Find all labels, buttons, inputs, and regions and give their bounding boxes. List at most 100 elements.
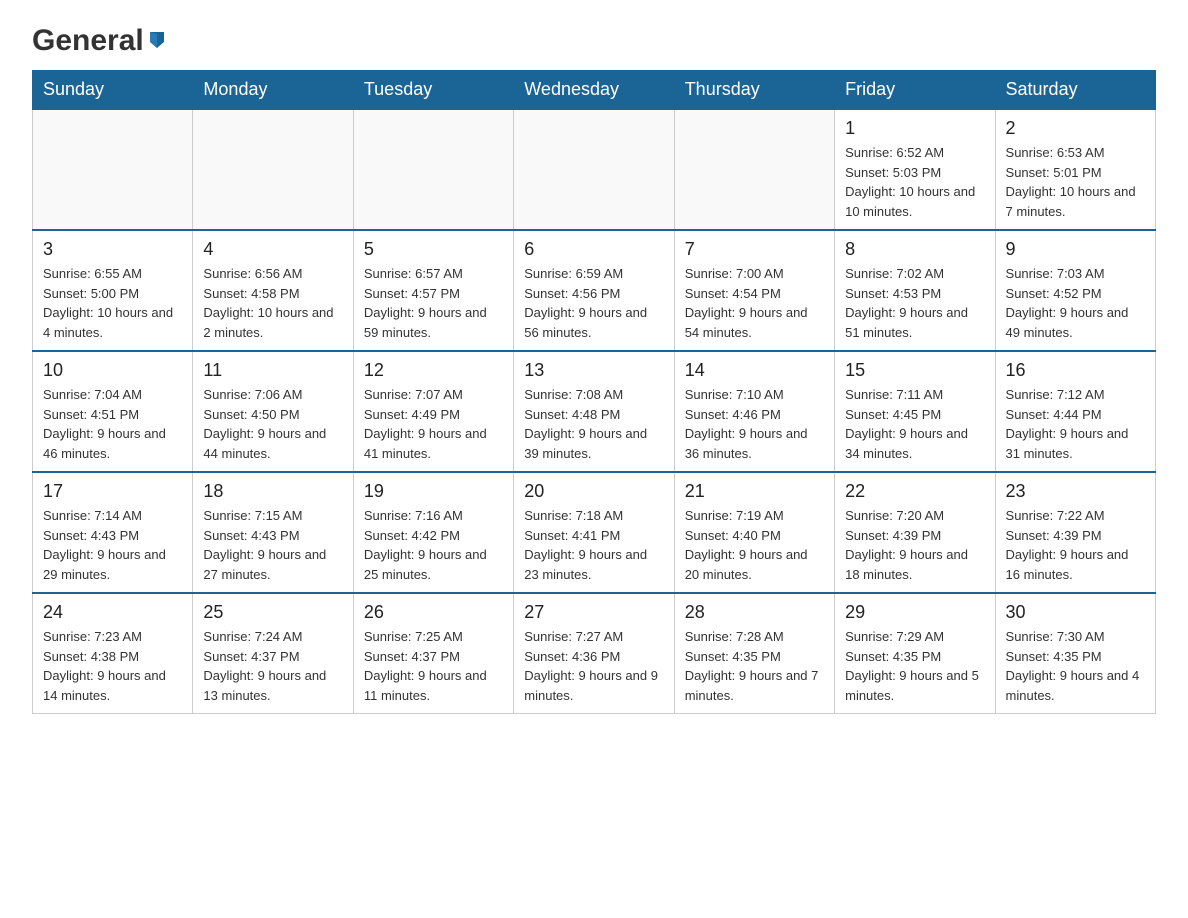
day-number: 8: [845, 239, 984, 260]
day-info: Sunrise: 7:24 AM Sunset: 4:37 PM Dayligh…: [203, 627, 342, 705]
logo: G eneral: [32, 24, 168, 58]
day-info: Sunrise: 7:10 AM Sunset: 4:46 PM Dayligh…: [685, 385, 824, 463]
calendar-cell: 3Sunrise: 6:55 AM Sunset: 5:00 PM Daylig…: [33, 230, 193, 351]
calendar-cell: 6 Sunrise: 6:59 AM Sunset: 4:56 PM Daylig…: [514, 230, 674, 351]
day-info: Sunrise: 6:56 AM Sunset: 4:58 PM Dayligh…: [203, 264, 342, 342]
calendar-cell: 9 Sunrise: 7:03 AM Sunset: 4:52 PM Daylig…: [995, 230, 1155, 351]
day-info: Sunrise: 7:20 AM Sunset: 4:39 PM Dayligh…: [845, 506, 984, 584]
day-info: Sunrise: 6:59 AM Sunset: 4:56 PM Dayligh…: [524, 264, 663, 342]
day-number: 17: [43, 481, 182, 502]
calendar-cell: [33, 109, 193, 230]
calendar-cell: [193, 109, 353, 230]
calendar-cell: 25 Sunrise: 7:24 AM Sunset: 4:37 PM Dayli…: [193, 593, 353, 714]
calendar-cell: 28 Sunrise: 7:28 AM Sunset: 4:35 PM Dayli…: [674, 593, 834, 714]
calendar-header-thursday: Thursday: [674, 71, 834, 110]
calendar-cell: 24 Sunrise: 7:23 AM Sunset: 4:38 PM Dayli…: [33, 593, 193, 714]
day-info: Sunrise: 7:25 AM Sunset: 4:37 PM Dayligh…: [364, 627, 503, 705]
calendar-cell: 10 Sunrise: 7:04 AM Sunset: 4:51 PM Dayli…: [33, 351, 193, 472]
calendar-week-row-4: 17 Sunrise: 7:14 AM Sunset: 4:43 PM Dayli…: [33, 472, 1156, 593]
day-number: 16: [1006, 360, 1145, 381]
calendar-cell: 2 Sunrise: 6:53 AM Sunset: 5:01 PM Daylig…: [995, 109, 1155, 230]
day-info: Sunrise: 7:12 AM Sunset: 4:44 PM Dayligh…: [1006, 385, 1145, 463]
day-number: 10: [43, 360, 182, 381]
calendar-week-row-2: 3Sunrise: 6:55 AM Sunset: 5:00 PM Daylig…: [33, 230, 1156, 351]
calendar-cell: 15 Sunrise: 7:11 AM Sunset: 4:45 PM Dayli…: [835, 351, 995, 472]
day-info: Sunrise: 6:52 AM Sunset: 5:03 PM Dayligh…: [845, 143, 984, 221]
day-number: 22: [845, 481, 984, 502]
day-number: 27: [524, 602, 663, 623]
day-info: Sunrise: 7:15 AM Sunset: 4:43 PM Dayligh…: [203, 506, 342, 584]
day-info: Sunrise: 6:55 AM Sunset: 5:00 PM Dayligh…: [43, 264, 182, 342]
calendar-header-sunday: Sunday: [33, 71, 193, 110]
day-number: 24: [43, 602, 182, 623]
calendar-cell: 20 Sunrise: 7:18 AM Sunset: 4:41 PM Dayli…: [514, 472, 674, 593]
calendar-cell: [353, 109, 513, 230]
day-number: 2: [1006, 118, 1145, 139]
calendar-cell: 4 Sunrise: 6:56 AM Sunset: 4:58 PM Daylig…: [193, 230, 353, 351]
day-info: Sunrise: 7:27 AM Sunset: 4:36 PM Dayligh…: [524, 627, 663, 705]
calendar-cell: 12 Sunrise: 7:07 AM Sunset: 4:49 PM Dayli…: [353, 351, 513, 472]
day-number: 25: [203, 602, 342, 623]
day-info: Sunrise: 7:11 AM Sunset: 4:45 PM Dayligh…: [845, 385, 984, 463]
day-info: Sunrise: 7:23 AM Sunset: 4:38 PM Dayligh…: [43, 627, 182, 705]
day-number: 9: [1006, 239, 1145, 260]
day-info: Sunrise: 7:16 AM Sunset: 4:42 PM Dayligh…: [364, 506, 503, 584]
calendar-cell: 16 Sunrise: 7:12 AM Sunset: 4:44 PM Dayli…: [995, 351, 1155, 472]
day-info: Sunrise: 7:18 AM Sunset: 4:41 PM Dayligh…: [524, 506, 663, 584]
day-number: 6: [524, 239, 663, 260]
calendar-cell: 27 Sunrise: 7:27 AM Sunset: 4:36 PM Dayli…: [514, 593, 674, 714]
calendar-cell: 14 Sunrise: 7:10 AM Sunset: 4:46 PM Dayli…: [674, 351, 834, 472]
calendar-header-monday: Monday: [193, 71, 353, 110]
day-info: Sunrise: 7:08 AM Sunset: 4:48 PM Dayligh…: [524, 385, 663, 463]
calendar-cell: 7Sunrise: 7:00 AM Sunset: 4:54 PM Daylig…: [674, 230, 834, 351]
day-number: 11: [203, 360, 342, 381]
calendar-header-row: SundayMondayTuesdayWednesdayThursdayFrid…: [33, 71, 1156, 110]
day-info: Sunrise: 7:07 AM Sunset: 4:49 PM Dayligh…: [364, 385, 503, 463]
page-header: G eneral: [32, 24, 1156, 58]
calendar-header-saturday: Saturday: [995, 71, 1155, 110]
day-number: 20: [524, 481, 663, 502]
calendar-cell: 22 Sunrise: 7:20 AM Sunset: 4:39 PM Dayli…: [835, 472, 995, 593]
day-number: 28: [685, 602, 824, 623]
day-info: Sunrise: 7:03 AM Sunset: 4:52 PM Dayligh…: [1006, 264, 1145, 342]
day-number: 29: [845, 602, 984, 623]
calendar-cell: 23Sunrise: 7:22 AM Sunset: 4:39 PM Dayli…: [995, 472, 1155, 593]
calendar-table: SundayMondayTuesdayWednesdayThursdayFrid…: [32, 70, 1156, 714]
day-info: Sunrise: 7:28 AM Sunset: 4:35 PM Dayligh…: [685, 627, 824, 705]
calendar-cell: [674, 109, 834, 230]
logo-arrow-icon: [146, 28, 168, 55]
calendar-week-row-1: 1 Sunrise: 6:52 AM Sunset: 5:03 PM Daylig…: [33, 109, 1156, 230]
day-number: 7: [685, 239, 824, 260]
day-number: 4: [203, 239, 342, 260]
calendar-header-friday: Friday: [835, 71, 995, 110]
calendar-cell: 19Sunrise: 7:16 AM Sunset: 4:42 PM Dayli…: [353, 472, 513, 593]
calendar-cell: 26Sunrise: 7:25 AM Sunset: 4:37 PM Dayli…: [353, 593, 513, 714]
day-info: Sunrise: 6:53 AM Sunset: 5:01 PM Dayligh…: [1006, 143, 1145, 221]
calendar-header-tuesday: Tuesday: [353, 71, 513, 110]
day-number: 23: [1006, 481, 1145, 502]
day-info: Sunrise: 7:04 AM Sunset: 4:51 PM Dayligh…: [43, 385, 182, 463]
calendar-cell: 30Sunrise: 7:30 AM Sunset: 4:35 PM Dayli…: [995, 593, 1155, 714]
calendar-cell: 11Sunrise: 7:06 AM Sunset: 4:50 PM Dayli…: [193, 351, 353, 472]
logo-general-g: G: [32, 24, 55, 58]
calendar-cell: 29Sunrise: 7:29 AM Sunset: 4:35 PM Dayli…: [835, 593, 995, 714]
day-number: 14: [685, 360, 824, 381]
day-number: 13: [524, 360, 663, 381]
day-number: 5: [364, 239, 503, 260]
day-number: 15: [845, 360, 984, 381]
day-info: Sunrise: 6:57 AM Sunset: 4:57 PM Dayligh…: [364, 264, 503, 342]
calendar-cell: 5 Sunrise: 6:57 AM Sunset: 4:57 PM Daylig…: [353, 230, 513, 351]
calendar-week-row-5: 24 Sunrise: 7:23 AM Sunset: 4:38 PM Dayli…: [33, 593, 1156, 714]
calendar-header-wednesday: Wednesday: [514, 71, 674, 110]
day-info: Sunrise: 7:14 AM Sunset: 4:43 PM Dayligh…: [43, 506, 182, 584]
logo-general-text: eneral: [55, 24, 143, 58]
calendar-week-row-3: 10 Sunrise: 7:04 AM Sunset: 4:51 PM Dayli…: [33, 351, 1156, 472]
calendar-cell: 13 Sunrise: 7:08 AM Sunset: 4:48 PM Dayli…: [514, 351, 674, 472]
calendar-cell: 1 Sunrise: 6:52 AM Sunset: 5:03 PM Daylig…: [835, 109, 995, 230]
day-number: 21: [685, 481, 824, 502]
day-number: 1: [845, 118, 984, 139]
day-number: 12: [364, 360, 503, 381]
calendar-cell: [514, 109, 674, 230]
calendar-cell: 8Sunrise: 7:02 AM Sunset: 4:53 PM Daylig…: [835, 230, 995, 351]
day-info: Sunrise: 7:19 AM Sunset: 4:40 PM Dayligh…: [685, 506, 824, 584]
